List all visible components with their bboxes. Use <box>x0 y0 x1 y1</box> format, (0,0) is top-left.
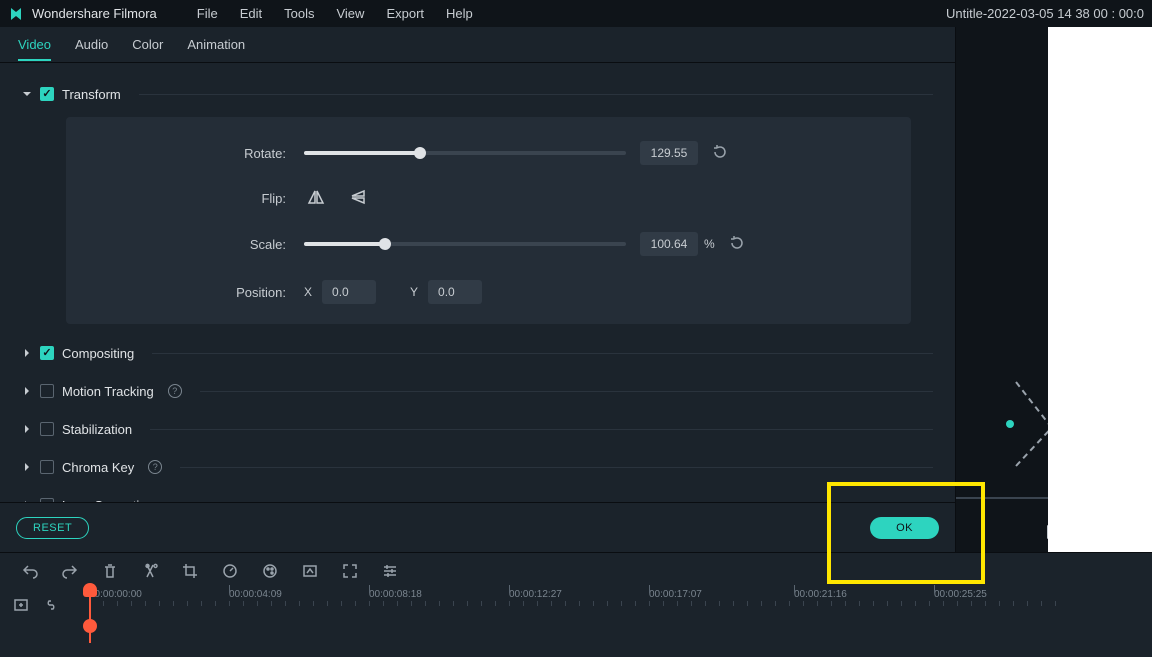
tab-animation[interactable]: Animation <box>187 37 245 60</box>
reset-button[interactable]: RESET <box>16 517 89 539</box>
section-motion-tracking: Motion Tracking ? <box>0 372 955 410</box>
time-tick: 00:00:21:16 <box>794 589 847 600</box>
section-chroma-key: Chroma Key ? <box>0 448 955 486</box>
green-screen-icon[interactable] <box>302 563 318 579</box>
titlebar: Wondershare Filmora File Edit Tools View… <box>0 0 1152 27</box>
tab-color[interactable]: Color <box>132 37 163 60</box>
position-label: Position: <box>94 285 304 300</box>
fullscreen-icon[interactable] <box>342 563 358 579</box>
anchor-point-icon[interactable] <box>1006 420 1014 428</box>
caret-right-icon <box>22 424 32 434</box>
pos-y-label: Y <box>410 285 418 299</box>
section-transform-title: Transform <box>62 87 121 102</box>
project-title: Untitle-2022-03-05 14 38 00 : 00:0 <box>946 6 1144 21</box>
motion-tracking-checkbox[interactable] <box>40 384 54 398</box>
section-chroma-key-title: Chroma Key <box>62 460 134 475</box>
undo-icon[interactable] <box>22 563 38 579</box>
flip-horizontal-icon[interactable] <box>306 189 326 208</box>
menu-bar: File Edit Tools View Export Help <box>197 6 473 21</box>
section-compositing-header[interactable]: Compositing <box>22 334 933 372</box>
section-motion-tracking-title: Motion Tracking <box>62 384 154 399</box>
section-compositing-title: Compositing <box>62 346 134 361</box>
tab-audio[interactable]: Audio <box>75 37 108 60</box>
section-stabilization-header[interactable]: Stabilization <box>22 410 933 448</box>
section-transform: Transform Rotate: 129.55 <box>0 75 955 324</box>
track-area[interactable] <box>0 621 1152 657</box>
time-tick: 00:00:17:07 <box>649 589 702 600</box>
menu-tools[interactable]: Tools <box>284 6 314 21</box>
property-tabs: Video Audio Color Animation <box>0 27 955 63</box>
redo-icon[interactable] <box>62 563 78 579</box>
rotate-slider[interactable] <box>304 146 626 160</box>
chroma-key-checkbox[interactable] <box>40 460 54 474</box>
time-tick: 00:00:12:27 <box>509 589 562 600</box>
time-tick: 00:00:08:18 <box>369 589 422 600</box>
flip-vertical-icon[interactable] <box>350 189 370 208</box>
rotate-label: Rotate: <box>94 146 304 161</box>
scale-unit: % <box>704 237 715 251</box>
section-transform-header[interactable]: Transform <box>22 75 933 113</box>
time-tick: 00:00:25:25 <box>934 589 987 600</box>
pos-x-label: X <box>304 285 312 299</box>
time-tick: 00:00:04:09 <box>229 589 282 600</box>
rotate-value[interactable]: 129.55 <box>640 141 698 165</box>
color-icon[interactable] <box>262 563 278 579</box>
caret-right-icon <box>22 348 32 358</box>
section-lens-correction: Lens Correction <box>0 486 955 502</box>
menu-view[interactable]: View <box>336 6 364 21</box>
pos-y-input[interactable]: 0.0 <box>428 280 482 304</box>
app-logo-icon <box>8 6 24 22</box>
speed-icon[interactable] <box>222 563 238 579</box>
settings-icon[interactable] <box>382 563 398 579</box>
menu-edit[interactable]: Edit <box>240 6 262 21</box>
link-icon[interactable] <box>44 598 58 612</box>
section-compositing: Compositing <box>0 334 955 372</box>
scale-slider[interactable] <box>304 237 626 251</box>
scale-label: Scale: <box>94 237 304 252</box>
timeline-ruler: 00:00:00:00 00:00:04:09 00:00:08:18 00:0… <box>0 589 1152 621</box>
ok-button[interactable]: OK <box>870 517 939 539</box>
delete-icon[interactable] <box>102 563 118 579</box>
add-track-icon[interactable] <box>14 598 28 612</box>
help-icon[interactable]: ? <box>168 384 182 398</box>
panel-footer: RESET OK <box>0 502 955 552</box>
caret-right-icon <box>22 386 32 396</box>
timeline-toolbar <box>0 553 1152 589</box>
transform-checkbox[interactable] <box>40 87 54 101</box>
ruler[interactable]: 00:00:00:00 00:00:04:09 00:00:08:18 00:0… <box>84 589 1152 621</box>
properties-panel: Video Audio Color Animation Transform Ro… <box>0 27 956 552</box>
help-icon[interactable]: ? <box>148 460 162 474</box>
compositing-checkbox[interactable] <box>40 346 54 360</box>
scale-value[interactable]: 100.64 <box>640 232 698 256</box>
section-stabilization: Stabilization <box>0 410 955 448</box>
timeline-panel: 00:00:00:00 00:00:04:09 00:00:08:18 00:0… <box>0 552 1152 657</box>
flip-label: Flip: <box>94 191 304 206</box>
section-lens-correction-header[interactable]: Lens Correction <box>22 486 933 502</box>
white-strip <box>1048 27 1152 552</box>
section-motion-tracking-header[interactable]: Motion Tracking ? <box>22 372 933 410</box>
pos-x-input[interactable]: 0.0 <box>322 280 376 304</box>
split-icon[interactable] <box>142 563 158 579</box>
stabilization-checkbox[interactable] <box>40 422 54 436</box>
rotate-reset-icon[interactable] <box>712 144 728 163</box>
caret-right-icon <box>22 462 32 472</box>
section-stabilization-title: Stabilization <box>62 422 132 437</box>
app-name: Wondershare Filmora <box>32 6 157 21</box>
menu-file[interactable]: File <box>197 6 218 21</box>
crop-icon[interactable] <box>182 563 198 579</box>
section-chroma-key-header[interactable]: Chroma Key ? <box>22 448 933 486</box>
transform-body: Rotate: 129.55 Flip: <box>66 117 911 324</box>
scale-reset-icon[interactable] <box>729 235 745 254</box>
menu-help[interactable]: Help <box>446 6 473 21</box>
playhead[interactable] <box>89 585 91 643</box>
menu-export[interactable]: Export <box>386 6 424 21</box>
tab-video[interactable]: Video <box>18 37 51 60</box>
caret-down-icon <box>22 89 32 99</box>
